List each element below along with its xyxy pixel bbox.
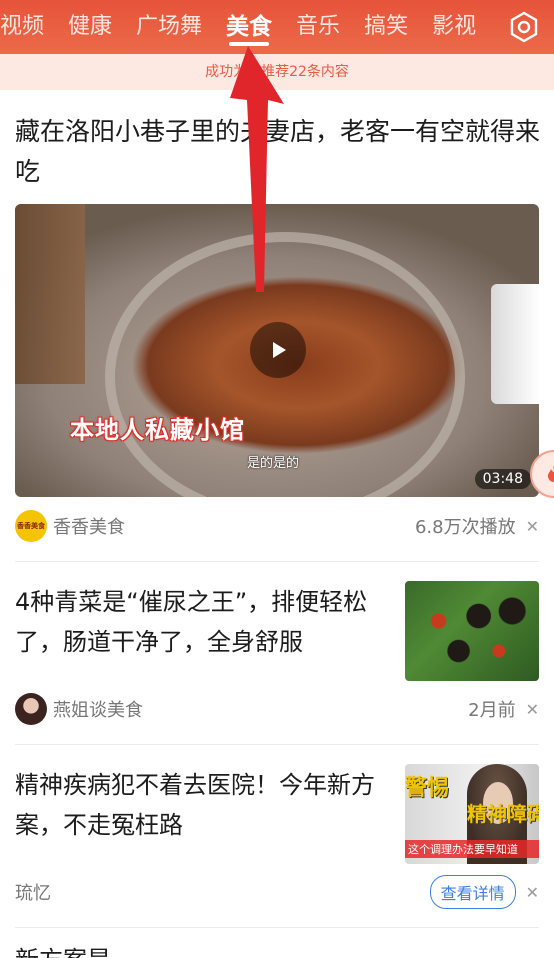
article-meta: 香香美食 香香美食 6.8万次播放 ✕ [15,509,539,543]
channel-settings-button[interactable] [506,9,542,45]
flame-icon [548,465,554,482]
tab-square-dance[interactable]: 广场舞 [124,0,214,54]
tab-video[interactable]: 视频 [0,0,56,54]
thumb-text: 警惕 [405,776,450,801]
play-icon [273,342,286,358]
tab-music[interactable]: 音乐 [284,0,352,54]
refresh-notice: 成功为您推荐22条内容 [0,54,554,90]
tab-funny[interactable]: 搞笑 [352,0,420,54]
divider [15,561,539,562]
article-title[interactable]: 新方案是…… [15,940,539,958]
avatar[interactable]: 香香美食 [15,510,47,542]
video-subtitle: 是的是的 [247,456,300,471]
gear-hexagon-icon [510,11,538,43]
author-name[interactable]: 香香美食 [53,513,125,539]
tab-movies[interactable]: 影视 [420,0,488,54]
dismiss-icon[interactable]: ✕ [526,700,539,719]
avatar-logo-text: 香香美食 [17,522,45,530]
play-count: 6.8万次播放 [414,517,516,538]
avatar[interactable] [15,693,47,725]
thumb-text: 精神障碍 [467,802,539,826]
tab-food[interactable]: 美食 [214,0,284,54]
dismiss-icon[interactable]: ✕ [526,517,539,536]
article-thumbnail[interactable] [405,581,539,681]
author-name[interactable]: 琉忆 [15,879,51,905]
article-meta: 琉忆 查看详情 ✕ [15,875,539,909]
video-duration: 03:48 [474,469,531,489]
video-scene-cup [491,284,539,404]
dismiss-icon[interactable]: ✕ [526,883,539,902]
divider [15,744,539,745]
article-title[interactable]: 精神疾病犯不着去医院！今年新方案，不走冤枉路 [15,765,385,845]
channel-tab-bar: 视频 健康 广场舞 美食 音乐 搞笑 影视 [0,0,554,54]
play-button[interactable] [250,322,306,378]
author-name[interactable]: 燕姐谈美食 [53,696,143,722]
publish-time: 2月前 [468,700,516,721]
article-title[interactable]: 4种青菜是“催尿之王”，排便轻松了，肠道干净了，全身舒服 [15,582,385,662]
video-overlay-text: 本地人私藏小馆 [70,416,245,444]
article-meta: 燕姐谈美食 2月前 ✕ [15,692,539,726]
view-details-button[interactable]: 查看详情 [429,875,516,909]
video-thumbnail[interactable]: 本地人私藏小馆 是的是的 03:48 [15,204,539,497]
tab-health[interactable]: 健康 [56,0,124,54]
article-thumbnail[interactable]: 警惕 精神障碍 这个调理办法要早知道 [405,764,539,864]
video-scene-wood [15,204,85,384]
article-title[interactable]: 藏在洛阳小巷子里的夫妻店，老客一有空就得来吃 [15,112,540,192]
channel-tabs: 视频 健康 广场舞 美食 音乐 搞笑 影视 [0,0,488,54]
divider [15,927,539,928]
thumb-caption: 这个调理办法要早知道 [405,840,539,858]
